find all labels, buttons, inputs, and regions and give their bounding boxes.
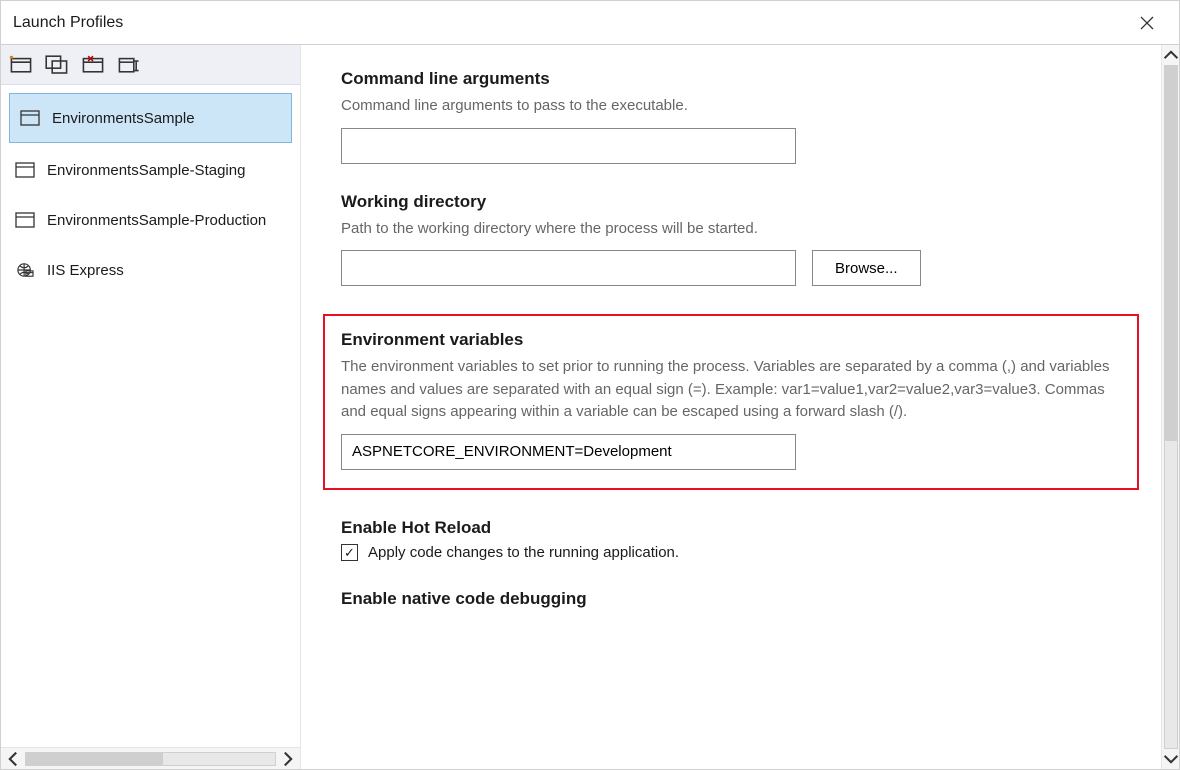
- command-line-input[interactable]: [341, 128, 796, 164]
- scroll-left-arrow-icon[interactable]: [5, 751, 21, 767]
- env-vars-highlight: Environment variables The environment va…: [323, 314, 1139, 490]
- hot-reload-checkbox-label: Apply code changes to the running applic…: [368, 544, 679, 561]
- scrollbar-track[interactable]: [1164, 65, 1178, 749]
- profile-item-label: EnvironmentsSample-Staging: [47, 162, 245, 179]
- profile-list: EnvironmentsSample EnvironmentsSample-St…: [1, 85, 300, 747]
- env-vars-title: Environment variables: [341, 330, 1121, 350]
- working-dir-input[interactable]: [341, 250, 796, 286]
- new-profile-button[interactable]: [9, 53, 33, 77]
- globe-icon: [15, 262, 35, 278]
- working-dir-title: Working directory: [341, 192, 1121, 212]
- working-dir-desc: Path to the working directory where the …: [341, 218, 1121, 241]
- form-area: Command line arguments Command line argu…: [301, 45, 1161, 769]
- browse-button[interactable]: Browse...: [812, 250, 921, 286]
- delete-profile-icon: [81, 55, 105, 74]
- native-debug-section: Enable native code debugging: [341, 589, 1121, 609]
- titlebar: Launch Profiles: [1, 1, 1179, 45]
- profile-item-staging[interactable]: EnvironmentsSample-Staging: [1, 145, 300, 195]
- env-vars-input[interactable]: [341, 434, 796, 470]
- window-icon: [20, 110, 40, 126]
- profile-item-production[interactable]: EnvironmentsSample-Production: [1, 195, 300, 245]
- profile-item-iis-express[interactable]: IIS Express: [1, 245, 300, 295]
- hot-reload-checkbox[interactable]: [341, 544, 358, 561]
- env-vars-desc: The environment variables to set prior t…: [341, 356, 1121, 424]
- main-panel: Command line arguments Command line argu…: [301, 45, 1179, 769]
- vertical-scrollbar[interactable]: [1161, 45, 1179, 769]
- rename-profile-button[interactable]: [117, 53, 141, 77]
- content-area: EnvironmentsSample EnvironmentsSample-St…: [1, 45, 1179, 769]
- scrollbar-thumb[interactable]: [1165, 66, 1177, 441]
- scroll-up-arrow-icon[interactable]: [1163, 47, 1179, 63]
- rename-profile-icon: [117, 55, 141, 74]
- scrollbar-track[interactable]: [25, 752, 276, 766]
- window-icon: [15, 212, 35, 228]
- window-title: Launch Profiles: [13, 14, 123, 32]
- env-vars-section: Environment variables The environment va…: [341, 330, 1121, 470]
- new-profile-icon: [9, 55, 33, 74]
- sidebar-horizontal-scrollbar[interactable]: [1, 747, 300, 769]
- scrollbar-thumb[interactable]: [26, 753, 163, 765]
- duplicate-profile-button[interactable]: [45, 53, 69, 77]
- command-line-section: Command line arguments Command line argu…: [341, 69, 1121, 164]
- profile-item-environmentssample[interactable]: EnvironmentsSample: [9, 93, 292, 143]
- window-icon: [15, 162, 35, 178]
- hot-reload-section: Enable Hot Reload Apply code changes to …: [341, 518, 1121, 561]
- scroll-right-arrow-icon[interactable]: [280, 751, 296, 767]
- delete-profile-button[interactable]: [81, 53, 105, 77]
- profile-item-label: EnvironmentsSample-Production: [47, 212, 266, 229]
- sidebar-toolbar: [1, 45, 300, 85]
- sidebar: EnvironmentsSample EnvironmentsSample-St…: [1, 45, 301, 769]
- native-debug-title: Enable native code debugging: [341, 589, 1121, 609]
- scroll-down-arrow-icon[interactable]: [1163, 751, 1179, 767]
- hot-reload-title: Enable Hot Reload: [341, 518, 1121, 538]
- profile-item-label: EnvironmentsSample: [52, 110, 195, 127]
- close-icon: [1140, 16, 1154, 30]
- close-button[interactable]: [1127, 1, 1167, 45]
- command-line-title: Command line arguments: [341, 69, 1121, 89]
- working-dir-section: Working directory Path to the working di…: [341, 192, 1121, 287]
- profile-item-label: IIS Express: [47, 262, 124, 279]
- duplicate-profile-icon: [45, 55, 69, 74]
- command-line-desc: Command line arguments to pass to the ex…: [341, 95, 1121, 118]
